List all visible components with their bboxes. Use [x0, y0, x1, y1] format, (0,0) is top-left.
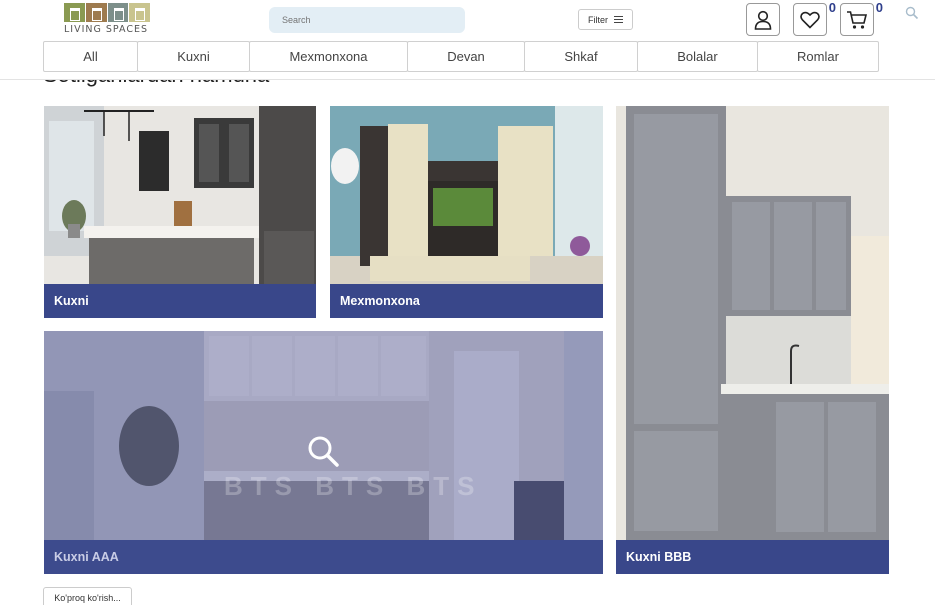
heart-icon — [800, 11, 820, 29]
gallery-card-kuxni-aaa[interactable]: BTS BTS BTS Kuxni AAA — [44, 331, 603, 574]
filter-label: Filter — [588, 14, 608, 25]
card-label: Mexmonxona — [330, 284, 603, 318]
logo-icon — [64, 3, 150, 22]
user-icon — [754, 10, 772, 30]
search-icon[interactable] — [905, 6, 919, 20]
logo[interactable]: LIVING SPACES — [64, 3, 152, 35]
page: Sotilganlardan namuna LIVING SPACES Filt… — [0, 0, 935, 605]
search-input[interactable] — [269, 7, 465, 33]
gallery-card-mexmonxona[interactable]: Mexmonxona — [330, 106, 603, 318]
cart-icon — [847, 10, 868, 29]
site-header: LIVING SPACES Filter 0 — [0, 0, 935, 80]
tab-bolalar[interactable]: Bolalar — [637, 41, 758, 72]
tab-devan[interactable]: Devan — [407, 41, 525, 72]
logo-text: LIVING SPACES — [64, 24, 149, 35]
zoom-icon[interactable] — [306, 434, 342, 470]
wishlist-button[interactable]: 0 — [793, 0, 836, 36]
tab-shkaf[interactable]: Shkaf — [524, 41, 638, 72]
watermark: BTS BTS BTS — [224, 471, 483, 501]
card-label: Kuxni — [44, 284, 316, 318]
wishlist-count-badge: 0 — [828, 0, 836, 15]
tab-romlar[interactable]: Romlar — [757, 41, 879, 72]
card-label: Kuxni BBB — [616, 540, 889, 574]
account-button[interactable] — [746, 3, 780, 36]
tall-kitchen-photo — [616, 106, 889, 574]
gallery-card-kuxni[interactable]: Kuxni — [44, 106, 316, 318]
cart-button[interactable]: 0 — [840, 0, 883, 36]
load-more-button[interactable]: Ko'proq ko'rish... — [43, 587, 132, 605]
filter-icon — [614, 16, 623, 23]
gallery-card-kuxni-bbb[interactable]: Kuxni BBB — [616, 106, 889, 574]
tab-all[interactable]: All — [43, 41, 138, 72]
tab-mexmonxona[interactable]: Mexmonxona — [249, 41, 408, 72]
card-label: Kuxni AAA — [44, 540, 603, 574]
category-tabs: All Kuxni Mexmonxona Devan Shkaf Bolalar… — [43, 41, 880, 72]
tab-kuxni[interactable]: Kuxni — [137, 41, 250, 72]
cart-count-badge: 0 — [875, 0, 883, 15]
filter-button[interactable]: Filter — [578, 9, 633, 30]
